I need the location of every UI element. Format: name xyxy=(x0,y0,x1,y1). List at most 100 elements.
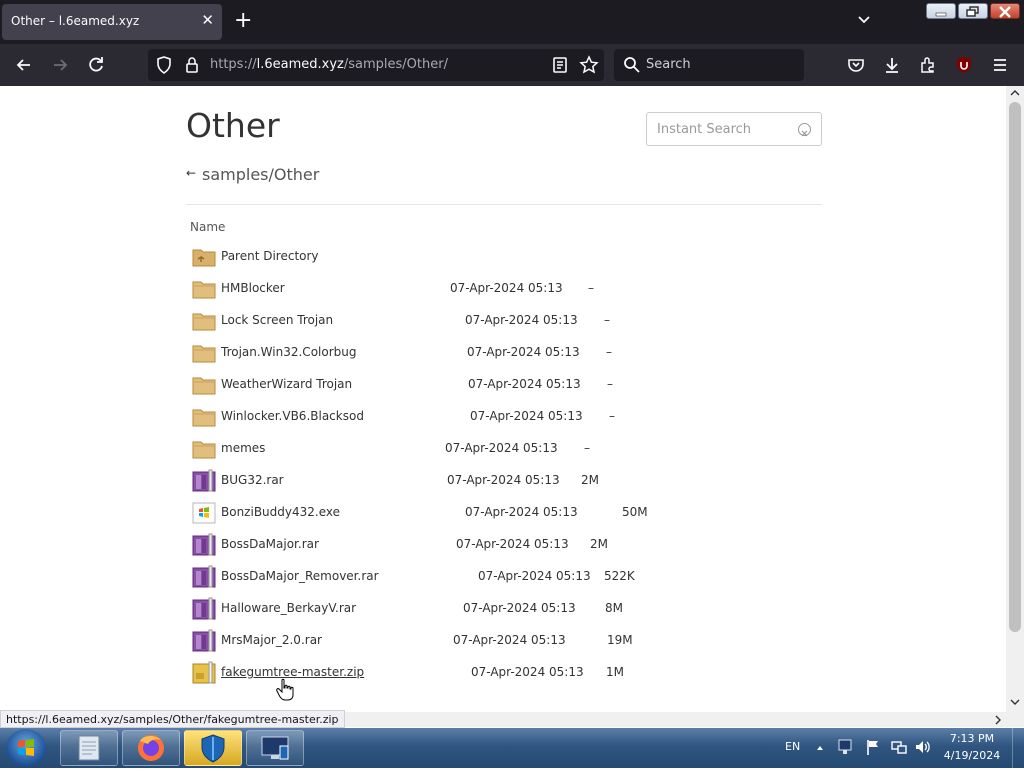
tab-title: Other – l.6eamed.xyz xyxy=(11,14,140,28)
file-size: 2M xyxy=(590,537,608,551)
file-name-link[interactable]: fakegumtree-master.zip xyxy=(221,665,364,679)
extensions-icon[interactable] xyxy=(918,55,938,75)
file-name-link[interactable]: BonziBuddy432.exe xyxy=(221,505,340,519)
pocket-icon[interactable] xyxy=(846,55,866,75)
tracking-protection-shield-icon[interactable] xyxy=(154,55,174,75)
table-row[interactable]: BonziBuddy432.exe 07-Apr-2024 05:13 50M xyxy=(190,499,790,529)
taskbar-remote-desktop-button[interactable] xyxy=(246,730,304,766)
table-row[interactable]: Lock Screen Trojan 07-Apr-2024 05:13 – xyxy=(190,307,790,337)
back-arrow-icon[interactable]: ← xyxy=(186,166,196,180)
file-name-link[interactable]: memes xyxy=(221,441,265,455)
reload-icon[interactable] xyxy=(86,55,106,75)
table-row[interactable]: Trojan.Win32.Colorbug 07-Apr-2024 05:13 – xyxy=(190,339,790,369)
windows-logo-icon xyxy=(18,739,34,756)
tab-close-icon[interactable]: ✕ xyxy=(201,11,214,29)
downloads-icon[interactable] xyxy=(882,55,902,75)
folder-icon xyxy=(192,437,216,461)
url-text[interactable]: https://l.6eamed.xyz/samples/Other/ xyxy=(210,57,448,72)
bookmark-star-icon[interactable] xyxy=(579,55,599,75)
tab-bar: Other – l.6eamed.xyz ✕ + xyxy=(0,0,1024,44)
search-placeholder: Search xyxy=(646,57,691,72)
taskbar-firefox-button[interactable] xyxy=(122,730,180,766)
exe-icon xyxy=(192,501,216,525)
folder-icon xyxy=(192,405,216,429)
file-date: 07-Apr-2024 05:13 xyxy=(456,537,569,551)
firefox-icon xyxy=(138,735,164,761)
rar-archive-icon xyxy=(192,629,216,653)
scroll-right-icon[interactable] xyxy=(994,715,1002,725)
header-divider xyxy=(186,204,822,205)
network-device-icon[interactable] xyxy=(836,738,854,756)
column-header-name[interactable]: Name xyxy=(190,220,225,234)
table-row[interactable]: BossDaMajor.rar 07-Apr-2024 05:13 2M xyxy=(190,531,790,561)
show-hidden-icons-icon[interactable] xyxy=(816,744,824,752)
parent-directory-row[interactable]: Parent Directory xyxy=(190,243,790,273)
vertical-scroll-thumb[interactable] xyxy=(1009,102,1021,632)
menu-icon[interactable] xyxy=(990,55,1010,75)
navigation-toolbar: https://l.6eamed.xyz/samples/Other/ Sear… xyxy=(0,44,1024,106)
clock-time[interactable]: 7:13 PM xyxy=(940,732,1004,745)
file-date: 07-Apr-2024 05:13 xyxy=(478,569,591,583)
url-scheme: https:// xyxy=(210,57,257,72)
table-row[interactable]: HMBlocker 07-Apr-2024 05:13 – xyxy=(190,275,790,305)
taskbar-security-button[interactable] xyxy=(184,730,242,766)
reader-view-icon[interactable] xyxy=(550,55,570,75)
file-name-link[interactable]: HMBlocker xyxy=(221,281,285,295)
file-name-link[interactable]: MrsMajor_2.0.rar xyxy=(221,633,322,647)
clear-search-icon[interactable] xyxy=(798,123,811,137)
table-row[interactable]: memes 07-Apr-2024 05:13 – xyxy=(190,435,790,465)
windows-taskbar: EN 7:13 PM 4/19/2024 xyxy=(0,728,1024,768)
table-row[interactable]: WeatherWizard Trojan 07-Apr-2024 05:13 – xyxy=(190,371,790,401)
window-minimize-button[interactable] xyxy=(926,3,956,19)
page-title: Other xyxy=(186,106,280,145)
file-date: 07-Apr-2024 05:13 xyxy=(465,505,578,519)
list-all-tabs-icon[interactable] xyxy=(856,12,872,28)
table-row[interactable]: BUG32.rar 07-Apr-2024 05:13 2M xyxy=(190,467,790,497)
language-indicator[interactable]: EN xyxy=(785,740,800,753)
forward-icon[interactable] xyxy=(50,55,70,75)
file-name-link[interactable]: Winlocker.VB6.Blacksod xyxy=(221,409,364,423)
file-name-link[interactable]: Parent Directory xyxy=(221,249,319,263)
back-icon[interactable] xyxy=(14,55,34,75)
file-name-link[interactable]: WeatherWizard Trojan xyxy=(221,377,352,391)
file-size: – xyxy=(604,313,610,327)
search-bar[interactable]: Search xyxy=(614,49,804,81)
file-name-link[interactable]: BossDaMajor.rar xyxy=(221,537,319,551)
file-date: 07-Apr-2024 05:13 xyxy=(447,473,560,487)
show-desktop-button[interactable] xyxy=(1012,728,1024,768)
file-name-link[interactable]: Trojan.Win32.Colorbug xyxy=(221,345,356,359)
window-restore-button[interactable] xyxy=(958,3,988,19)
table-row[interactable]: BossDaMajor_Remover.rar 07-Apr-2024 05:13… xyxy=(190,563,790,593)
address-bar[interactable]: https://l.6eamed.xyz/samples/Other/ xyxy=(148,49,604,81)
folder-icon xyxy=(192,373,216,397)
rar-archive-icon xyxy=(192,597,216,621)
table-row[interactable]: MrsMajor_2.0.rar 07-Apr-2024 05:13 19M xyxy=(190,627,790,657)
file-name-link[interactable]: BUG32.rar xyxy=(221,473,284,487)
file-name-link[interactable]: Lock Screen Trojan xyxy=(221,313,333,327)
volume-icon[interactable] xyxy=(914,738,932,756)
monitor-icon xyxy=(261,736,289,760)
link-status-url: https://l.6eamed.xyz/samples/Other/fakeg… xyxy=(0,710,345,728)
window-close-button[interactable] xyxy=(990,3,1020,19)
scroll-down-icon[interactable] xyxy=(1010,698,1020,706)
table-row[interactable]: Halloware_BerkayV.rar 07-Apr-2024 05:13 8M xyxy=(190,595,790,625)
taskbar-notepad-button[interactable] xyxy=(60,730,118,766)
new-tab-icon[interactable]: + xyxy=(234,9,252,33)
instant-search-input[interactable]: Instant Search xyxy=(646,112,822,146)
scroll-up-icon[interactable] xyxy=(1010,89,1020,97)
file-name-link[interactable]: Halloware_BerkayV.rar xyxy=(221,601,356,615)
network-icon[interactable] xyxy=(890,738,908,756)
zip-archive-icon xyxy=(192,661,216,685)
start-button[interactable] xyxy=(6,729,46,767)
active-tab[interactable]: Other – l.6eamed.xyz ✕ xyxy=(2,4,222,40)
action-center-flag-icon[interactable] xyxy=(864,738,882,756)
vertical-scrollbar[interactable] xyxy=(1006,86,1024,712)
file-name-link[interactable]: BossDaMajor_Remover.rar xyxy=(221,569,379,583)
rar-archive-icon xyxy=(192,469,216,493)
ublock-origin-icon[interactable] xyxy=(954,55,974,75)
file-size: – xyxy=(584,441,590,455)
clock-date[interactable]: 4/19/2024 xyxy=(940,749,1004,762)
lock-icon[interactable] xyxy=(182,55,202,75)
table-row[interactable]: Winlocker.VB6.Blacksod 07-Apr-2024 05:13 – xyxy=(190,403,790,433)
file-size: 1M xyxy=(606,665,624,679)
